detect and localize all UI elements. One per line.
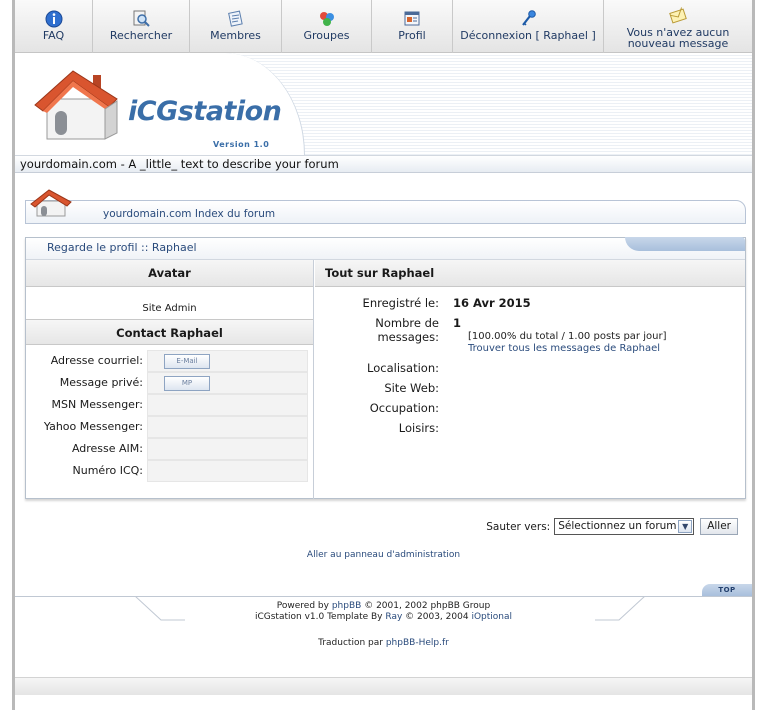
pm-button[interactable]: MP (164, 376, 210, 391)
contact-row-pm: Message privé: MP (30, 372, 308, 394)
email-button[interactable]: E-Mail (164, 354, 210, 369)
nav-groups[interactable]: Groupes (282, 0, 372, 53)
forum-select[interactable]: Sélectionnez un forum ▼ (554, 518, 695, 535)
nav-profile-label: Profil (398, 29, 426, 42)
contact-label: Adresse AIM: (71, 442, 143, 455)
jump-to-forum: Sauter vers: Sélectionnez un forum ▼ All… (486, 518, 738, 535)
translation-link[interactable]: phpBB-Help.fr (386, 638, 449, 648)
about-header: Tout sur Raphael (315, 260, 745, 287)
contact-row-email: Adresse courriel: E-Mail (30, 350, 308, 372)
contact-value (147, 394, 308, 416)
house-logo-icon (34, 70, 118, 140)
occupation-row: Occupation: (315, 401, 745, 415)
nav-groups-label: Groupes (303, 29, 350, 42)
profile-left-column: Avatar Site Admin Contact Raphael Adress… (26, 260, 314, 499)
contact-label: Message privé: (59, 376, 143, 389)
ray-link[interactable]: Ray (385, 612, 402, 622)
template-mid: © 2003, 2004 (405, 612, 469, 622)
logo-text: iCGstation (128, 96, 282, 127)
top-nav: FAQ Rechercher Membres Groupes Profil Dé… (15, 0, 752, 53)
nav-profile[interactable]: Profil (372, 0, 453, 53)
profile-icon (404, 11, 420, 26)
profile-panel: Regarde le profil :: Raphael Avatar Site… (25, 237, 746, 499)
title-tab-decoration (625, 237, 745, 251)
members-icon (227, 10, 243, 27)
registered-value: 16 Avr 2015 (453, 296, 531, 310)
interests-label: Loisirs: (398, 421, 439, 435)
profile-title-bar: Regarde le profil :: Raphael (26, 237, 745, 260)
nav-messages[interactable]: Vous n'avez aucun nouveau message (604, 0, 752, 53)
forum-tagline: yourdomain.com - A _little_ text to desc… (15, 155, 752, 173)
footer-credits: Powered by phpBB © 2001, 2002 phpBB Grou… (15, 601, 752, 623)
website-label: Site Web: (384, 381, 439, 395)
user-rank: Site Admin (142, 303, 197, 314)
translation-credit: Traduction par phpBB-Help.fr (15, 638, 752, 648)
contact-row-icq: Numéro ICQ: (30, 460, 308, 482)
profile-title: Regarde le profil :: Raphael (47, 241, 197, 254)
admin-panel-link[interactable]: Aller au panneau d'administration (15, 550, 752, 560)
back-to-top-button[interactable]: TOP (702, 584, 752, 596)
message-icon (669, 7, 687, 24)
trad-prefix: Traduction par (318, 638, 383, 648)
profile-right-column: Tout sur Raphael Enregistré le: 16 Avr 2… (315, 260, 745, 499)
breadcrumb-house-icon (30, 189, 72, 217)
contact-label: Adresse courriel: (50, 354, 143, 367)
registered-row: Enregistré le: 16 Avr 2015 (315, 296, 745, 310)
contact-value (147, 460, 308, 482)
nav-logout-label: Déconnexion [ Raphael ] (460, 29, 596, 42)
contact-value (147, 438, 308, 460)
nav-messages-label: Vous n'avez aucun nouveau message (626, 26, 730, 50)
contact-label: MSN Messenger: (51, 398, 143, 411)
posts-label: Nombre de messages: (375, 316, 439, 344)
jump-label: Sauter vers: (486, 520, 551, 533)
nav-faq-label: FAQ (42, 29, 65, 42)
ioptional-link[interactable]: iOptional (471, 612, 512, 622)
search-icon (133, 10, 150, 27)
nav-logout[interactable]: Déconnexion [ Raphael ] (453, 0, 604, 53)
posts-stats: [100.00% du total / 1.00 posts par jour] (468, 331, 667, 342)
bottom-bar (15, 677, 752, 695)
location-label: Localisation: (367, 361, 439, 375)
contact-label: Yahoo Messenger: (43, 420, 143, 433)
phpbb-link[interactable]: phpBB (332, 601, 361, 611)
breadcrumb-index-link[interactable]: yourdomain.com Index du forum (103, 208, 275, 220)
breadcrumb: yourdomain.com Index du forum (25, 200, 746, 224)
contact-value (147, 416, 308, 438)
find-posts-link[interactable]: Trouver tous les messages de Raphael (468, 343, 660, 354)
forum-select-value: Sélectionnez un forum (558, 520, 677, 532)
template-prefix: iCGstation v1.0 Template By (254, 612, 383, 622)
nav-search[interactable]: Rechercher (93, 0, 190, 53)
contact-label: Numéro ICQ: (72, 464, 143, 477)
occupation-label: Occupation: (369, 401, 439, 415)
groups-icon (319, 12, 334, 26)
go-button[interactable]: Aller (700, 518, 738, 535)
contact-row-msn: MSN Messenger: (30, 394, 308, 416)
header-banner: iCGstation Version 1.0 (15, 53, 752, 155)
contact-header: Contact Raphael (26, 319, 313, 345)
nav-members[interactable]: Membres (190, 0, 282, 53)
nav-search-label: Rechercher (109, 29, 173, 42)
key-icon (522, 10, 536, 26)
location-row: Localisation: (315, 361, 745, 375)
registered-label: Enregistré le: (362, 296, 439, 310)
powered-suffix: © 2001, 2002 phpBB Group (364, 601, 491, 611)
chevron-down-icon[interactable]: ▼ (678, 520, 693, 533)
website-row: Site Web: (315, 381, 745, 395)
info-icon (45, 10, 62, 28)
avatar-header: Avatar (26, 260, 313, 287)
logo-version: Version 1.0 (213, 140, 270, 149)
contact-row-yahoo: Yahoo Messenger: (30, 416, 308, 438)
powered-prefix: Powered by (276, 601, 329, 611)
nav-members-label: Membres (210, 29, 261, 42)
nav-faq[interactable]: FAQ (15, 0, 93, 53)
interests-row: Loisirs: (315, 421, 745, 435)
contact-row-aim: Adresse AIM: (30, 438, 308, 460)
page-frame: FAQ Rechercher Membres Groupes Profil Dé… (12, 0, 755, 710)
